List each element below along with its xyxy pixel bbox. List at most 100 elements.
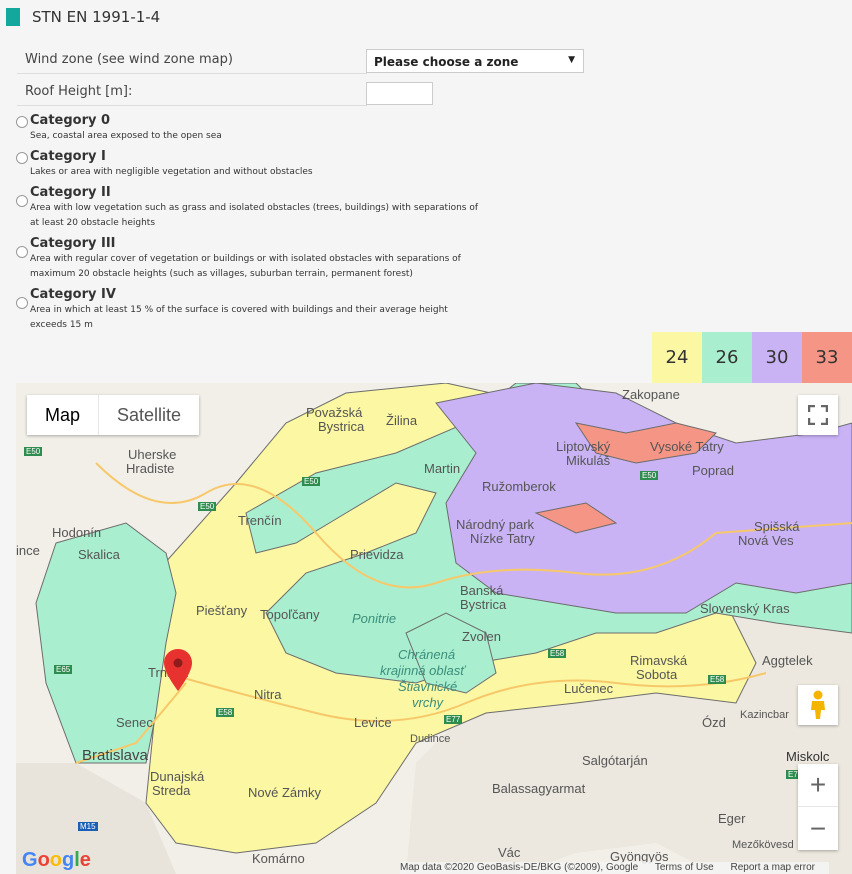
- street-view-button[interactable]: [798, 685, 838, 725]
- attribution-text: Map data ©2020 GeoBasis-DE/BKG (©2009), …: [400, 862, 639, 873]
- city-hodonin: Hodonín: [52, 525, 102, 540]
- page-header: STN EN 1991-1-4: [6, 8, 160, 26]
- city-streda: Streda: [152, 783, 191, 798]
- category-1-radio[interactable]: [16, 152, 28, 164]
- map-pin-icon[interactable]: [164, 649, 192, 691]
- city-povazska: Považská: [306, 405, 363, 420]
- google-logo[interactable]: Google: [22, 849, 91, 872]
- city-piestany: Piešťany: [196, 603, 248, 618]
- header-marker: [6, 8, 20, 26]
- region-krajinna-oblast: krajinná oblasť: [380, 663, 465, 678]
- city-uherske: Uherske: [128, 447, 177, 462]
- city-martin: Martin: [424, 461, 461, 476]
- city-zvolen: Zvolen: [462, 629, 502, 644]
- city-sobota: Sobota: [636, 667, 678, 682]
- map-type-map-button[interactable]: Map: [27, 395, 100, 435]
- city-narodny-park: Národný park: [456, 517, 535, 532]
- road-e58-central: E58: [548, 649, 567, 658]
- city-aggtelek: Aggtelek: [762, 653, 813, 668]
- road-e58-west: E58: [216, 708, 235, 717]
- roof-height-input[interactable]: [366, 82, 433, 105]
- category-1-desc: Lakes or area with negligible vegetation…: [30, 167, 313, 177]
- city-banska: Banská: [460, 583, 504, 598]
- region-vrchy: vrchy: [412, 695, 444, 710]
- fullscreen-button[interactable]: [798, 395, 838, 435]
- legend-30: 30: [752, 332, 802, 383]
- region-chranena: Chránená: [398, 647, 456, 662]
- city-rimavska: Rimavská: [630, 653, 688, 668]
- region-ponitrie: Ponitrie: [352, 611, 397, 626]
- city-senec: Senec: [116, 715, 153, 730]
- city-poprad: Poprad: [692, 463, 734, 478]
- city-hradiste: Hradiste: [126, 461, 175, 476]
- category-2-name: Category II: [30, 185, 111, 200]
- city-ruzomberok: Ružomberok: [482, 479, 556, 494]
- roof-height-row: Roof Height [m]:: [17, 81, 367, 106]
- city-mikulas: Mikuláš: [566, 453, 611, 468]
- legend-33: 33: [802, 332, 852, 383]
- category-2-desc: Area with low vegetation such as grass a…: [30, 203, 479, 228]
- wind-speed-legend: 24 26 30 33: [652, 332, 852, 383]
- city-trencin: Trenčín: [238, 513, 282, 528]
- pegman-icon: [811, 690, 825, 719]
- city-mezokovesd: Mezőkövesd: [732, 839, 794, 851]
- city-povazska-2: Bystrica: [318, 419, 365, 434]
- zoom-in-button[interactable]: +: [798, 764, 838, 807]
- category-4-radio[interactable]: [16, 297, 28, 309]
- wind-zone-map[interactable]: Zakopane Žilina Považská Bystrica Uhersk…: [16, 383, 852, 874]
- fullscreen-icon: [808, 405, 828, 425]
- map-type-satellite-button[interactable]: Satellite: [99, 395, 199, 435]
- city-topolcany: Topoľčany: [260, 607, 320, 622]
- road-e58-east: E58: [708, 675, 727, 684]
- category-0-name: Category 0: [30, 113, 111, 128]
- city-levice: Levice: [354, 715, 392, 730]
- category-1-name: Category I: [30, 149, 106, 164]
- city-liptovsky: Liptovský: [556, 439, 611, 454]
- city-ince: ince: [16, 543, 40, 558]
- roof-height-label: Roof Height [m]:: [25, 84, 133, 99]
- category-3-radio[interactable]: [16, 246, 28, 258]
- wind-zone-row: Wind zone (see wind zone map): [17, 49, 367, 74]
- city-miskolc: Miskolc: [786, 749, 830, 764]
- wind-zone-select[interactable]: Please choose a zone ▼: [366, 49, 584, 73]
- city-eger: Eger: [718, 811, 746, 826]
- terms-of-use-link[interactable]: Terms of Use: [655, 862, 714, 873]
- legend-24: 24: [652, 332, 702, 383]
- category-2-radio[interactable]: [16, 195, 28, 207]
- zoom-control: + −: [798, 764, 838, 850]
- legend-26: 26: [702, 332, 752, 383]
- minus-icon: −: [809, 812, 827, 844]
- city-salgotarjan: Salgótarján: [582, 753, 648, 768]
- city-ozd: Ózd: [702, 715, 726, 730]
- category-4-desc: Area in which at least 15 % of the surfa…: [30, 305, 448, 330]
- city-nizke-tatry: Nízke Tatry: [470, 531, 535, 546]
- category-0-radio[interactable]: [16, 116, 28, 128]
- city-bratislava: Bratislava: [82, 747, 148, 764]
- city-bystrica: Bystrica: [460, 597, 507, 612]
- city-komarno: Komárno: [252, 851, 305, 866]
- city-zilina: Žilina: [386, 413, 418, 428]
- wind-zone-value: Please choose a zone: [374, 55, 519, 69]
- map-attribution: Map data ©2020 GeoBasis-DE/BKG (©2009), …: [400, 862, 829, 874]
- road-e50-west: E50: [24, 447, 43, 456]
- road-e50-central: E50: [302, 477, 321, 486]
- zoom-out-button[interactable]: −: [798, 807, 838, 850]
- city-vysoke-tatry: Vysoké Tatry: [650, 439, 724, 454]
- city-nove-zamky: Nové Zámky: [248, 785, 321, 800]
- city-kazincbar: Kazincbar: [740, 709, 789, 721]
- category-3-name: Category III: [30, 236, 116, 251]
- city-skalica: Skalica: [78, 547, 120, 562]
- wind-zone-label: Wind zone (see wind zone map): [25, 52, 233, 67]
- city-spisska: Spišská: [754, 519, 800, 534]
- category-3-desc: Area with regular cover of vegetation or…: [30, 254, 461, 279]
- report-map-error-link[interactable]: Report a map error: [731, 862, 815, 873]
- city-dudince: Dudince: [410, 733, 451, 745]
- city-dunajska: Dunajská: [150, 769, 205, 784]
- road-e77: E77: [444, 715, 463, 724]
- map-type-control: Map Satellite: [27, 395, 200, 435]
- road-m15: M15: [78, 822, 98, 831]
- city-zakopane: Zakopane: [622, 387, 680, 402]
- city-vac: Vác: [498, 845, 521, 860]
- city-lucenec: Lučenec: [564, 681, 614, 696]
- city-nitra: Nitra: [254, 687, 282, 702]
